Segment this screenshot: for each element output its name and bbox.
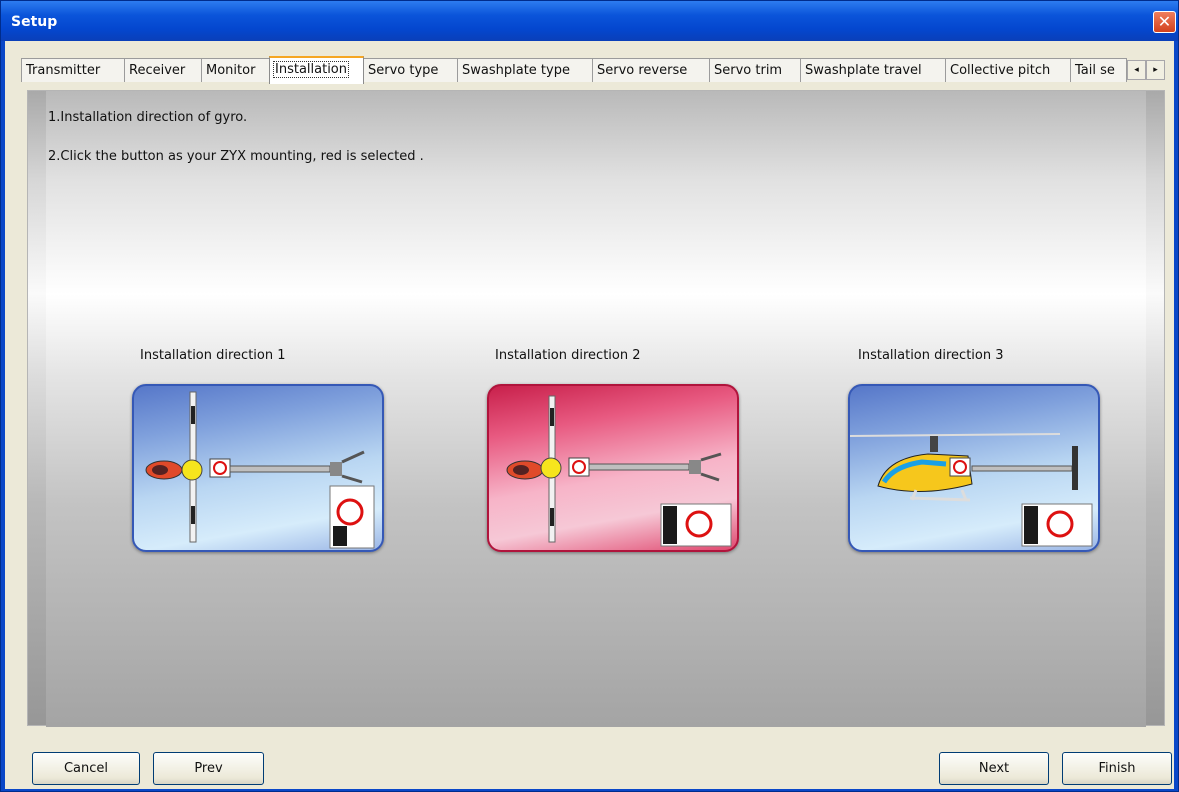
tab-label: Swashplate travel	[805, 63, 922, 78]
instruction-line-2: 2.Click the button as your ZYX mounting,…	[48, 149, 424, 164]
tab-strip: Transmitter Receiver Monitor Installatio…	[21, 56, 1165, 84]
helicopter-side-view-icon	[850, 433, 1093, 547]
tab-receiver[interactable]: Receiver	[124, 58, 202, 82]
helicopter-top-view-icon	[506, 395, 732, 547]
prev-button[interactable]: Prev	[153, 752, 264, 785]
tab-label: Servo trim	[714, 63, 783, 78]
panel-content: 1.Installation direction of gyro. 2.Clic…	[46, 91, 1146, 727]
tab-label: Servo type	[368, 63, 439, 78]
tab-servo-type[interactable]: Servo type	[363, 58, 458, 82]
tab-label: Tail se	[1075, 63, 1115, 78]
tab-servo-reverse[interactable]: Servo reverse	[592, 58, 710, 82]
installation-direction-3-button[interactable]	[848, 384, 1100, 552]
tab-servo-trim[interactable]: Servo trim	[709, 58, 801, 82]
scroll-right-icon[interactable]: ▸	[1146, 60, 1165, 80]
tab-label: Installation	[272, 61, 350, 78]
tab-installation[interactable]: Installation	[269, 56, 364, 84]
tab-swashplate-type[interactable]: Swashplate type	[457, 58, 593, 82]
installation-direction-2-button[interactable]	[487, 384, 739, 552]
tab-monitor[interactable]: Monitor	[201, 58, 270, 82]
tab-label: Transmitter	[26, 63, 101, 78]
tab-label: Receiver	[129, 63, 186, 78]
setup-window: Setup ✕ Transmitter Receiver Monitor Ins…	[0, 0, 1179, 792]
tab-label: Collective pitch	[950, 63, 1051, 78]
title-bar[interactable]: Setup ✕	[1, 1, 1178, 41]
installation-direction-1-button[interactable]	[132, 384, 384, 552]
client-area: Transmitter Receiver Monitor Installatio…	[5, 41, 1174, 789]
tab-collective-pitch[interactable]: Collective pitch	[945, 58, 1071, 82]
scroll-left-icon[interactable]: ◂	[1127, 60, 1146, 80]
finish-button[interactable]: Finish	[1062, 752, 1172, 785]
tab-scroll-buttons: ◂ ▸	[1127, 60, 1165, 80]
tab-swashplate-travel[interactable]: Swashplate travel	[800, 58, 946, 82]
cancel-button[interactable]: Cancel	[32, 752, 140, 785]
direction-1-label: Installation direction 1	[140, 348, 286, 363]
window-title: Setup	[11, 14, 58, 30]
tab-transmitter[interactable]: Transmitter	[21, 58, 125, 82]
helicopter-top-view-icon	[145, 391, 375, 549]
tab-label: Swashplate type	[462, 63, 570, 78]
close-icon: ✕	[1157, 12, 1172, 31]
tab-tail-setup[interactable]: Tail se	[1070, 58, 1127, 82]
direction-2-label: Installation direction 2	[495, 348, 641, 363]
close-button[interactable]: ✕	[1153, 11, 1176, 33]
tab-label: Servo reverse	[597, 63, 688, 78]
instruction-line-1: 1.Installation direction of gyro.	[48, 110, 248, 125]
direction-3-label: Installation direction 3	[858, 348, 1004, 363]
next-button[interactable]: Next	[939, 752, 1049, 785]
installation-panel: 1.Installation direction of gyro. 2.Clic…	[27, 90, 1165, 727]
tab-label: Monitor	[206, 63, 256, 78]
